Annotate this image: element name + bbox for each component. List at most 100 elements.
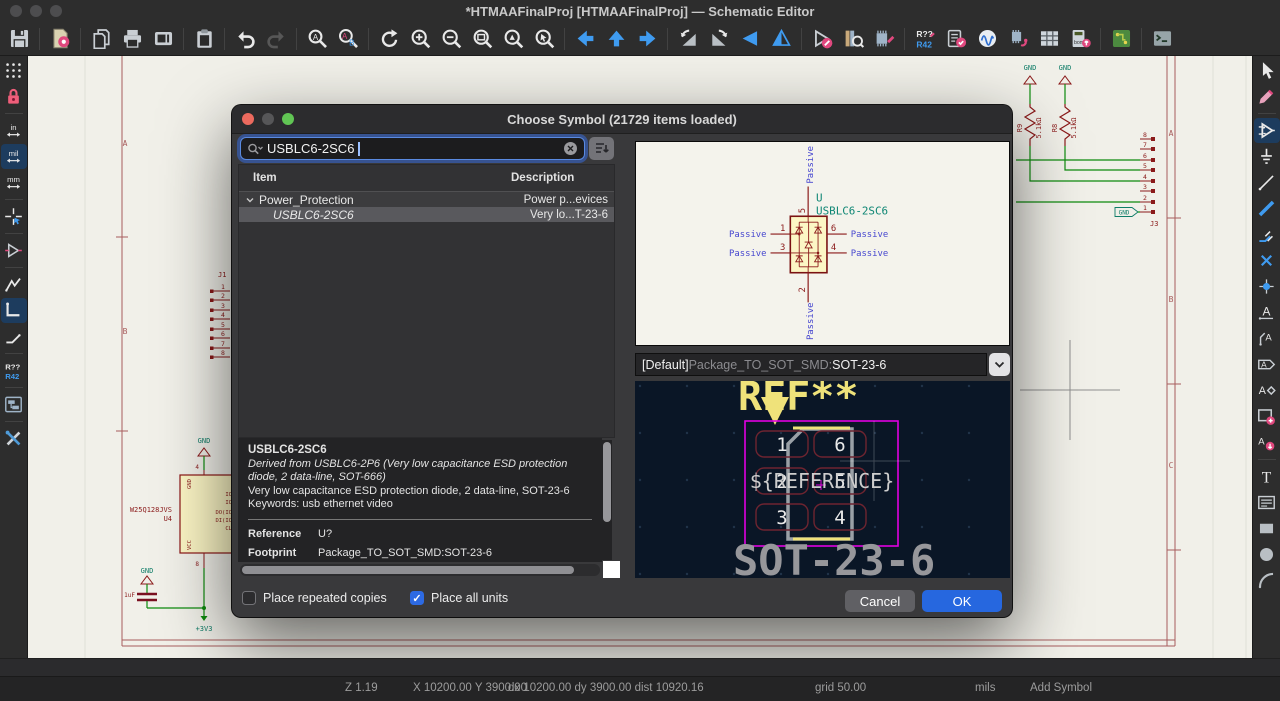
- connector-j1[interactable]: [210, 289, 230, 360]
- annotate-icon[interactable]: R?? R42: [910, 25, 940, 53]
- draw-arc-icon[interactable]: [1254, 568, 1280, 593]
- symbol-library-browser-icon[interactable]: [838, 25, 868, 53]
- plot-icon[interactable]: [148, 25, 178, 53]
- schematic-canvas[interactable]: A B A B C J1 1 2 3 4 5 6 7 8 GND GND R9 5.1kΩ R8 5.1kΩ 8 7 6 5 4…: [28, 56, 1252, 658]
- grid-override-icon[interactable]: [1, 84, 27, 109]
- properties-panel-icon[interactable]: [1, 426, 27, 451]
- sort-button[interactable]: [589, 137, 614, 160]
- zoom-out-icon[interactable]: [436, 25, 466, 53]
- sheet-pin-icon[interactable]: A: [1254, 430, 1280, 455]
- zoom-in-icon[interactable]: [405, 25, 435, 53]
- ok-button[interactable]: OK: [922, 590, 1002, 612]
- find-icon[interactable]: A: [302, 25, 332, 53]
- draw-rectangle-icon[interactable]: [1254, 516, 1280, 541]
- mirror-horizontal-icon[interactable]: [766, 25, 796, 53]
- nav-back-icon[interactable]: [570, 25, 600, 53]
- tree-header[interactable]: Item Description: [239, 165, 614, 192]
- checkbox-box[interactable]: [410, 591, 424, 605]
- hierarchical-label-icon[interactable]: A: [1254, 378, 1280, 403]
- rotate-ccw-icon[interactable]: [673, 25, 703, 53]
- junction-icon[interactable]: [1254, 274, 1280, 299]
- place-text-icon[interactable]: T: [1254, 464, 1280, 489]
- details-vscrollbar[interactable]: [602, 440, 612, 560]
- column-description[interactable]: Description: [511, 172, 574, 184]
- erc-icon[interactable]: [941, 25, 971, 53]
- footprint-select[interactable]: [Default] Package_TO_SOT_SMD: SOT-23-6: [635, 353, 987, 376]
- mirror-vertical-icon[interactable]: [735, 25, 765, 53]
- edit-symbol-fields-icon[interactable]: [869, 25, 899, 53]
- nav-forward-icon[interactable]: [632, 25, 662, 53]
- scripting-console-icon[interactable]: [1147, 25, 1177, 53]
- text-box-icon[interactable]: [1254, 490, 1280, 515]
- nav-up-icon[interactable]: [601, 25, 631, 53]
- tree-row-library[interactable]: Power_Protection Power p...evices: [239, 192, 614, 207]
- assign-footprints-icon[interactable]: [1003, 25, 1033, 53]
- net-label-icon[interactable]: A: [1254, 300, 1280, 325]
- symbol-fields-table-icon[interactable]: [1034, 25, 1064, 53]
- column-item[interactable]: Item: [239, 172, 511, 184]
- dialog-close-icon[interactable]: [242, 113, 254, 125]
- paste-icon[interactable]: [189, 25, 219, 53]
- hierarchical-sheet-icon[interactable]: [1254, 404, 1280, 429]
- clear-search-icon[interactable]: [563, 141, 578, 156]
- hscroll-thumb[interactable]: [242, 566, 574, 574]
- wire-45-icon[interactable]: [1, 324, 27, 349]
- redo-icon[interactable]: [261, 25, 291, 53]
- show-grid-icon[interactable]: [1, 58, 27, 83]
- draw-circle-icon[interactable]: [1254, 542, 1280, 567]
- draw-wire-icon[interactable]: [1254, 170, 1280, 195]
- window-controls[interactable]: [10, 5, 62, 17]
- checkbox-box[interactable]: [242, 591, 256, 605]
- save-icon[interactable]: [4, 25, 34, 53]
- symbol-search-input[interactable]: USBLC6-2SC6: [240, 137, 585, 160]
- cursor-shape-icon[interactable]: [1, 204, 27, 229]
- cancel-button[interactable]: Cancel: [845, 590, 915, 612]
- chevron-down-icon[interactable]: [245, 195, 255, 205]
- zoom-fit-icon[interactable]: [467, 25, 497, 53]
- place-all-units-checkbox[interactable]: Place all units: [410, 591, 508, 605]
- horizontal-scroll-area[interactable]: [0, 658, 1280, 676]
- close-icon[interactable]: [10, 5, 22, 17]
- refresh-icon[interactable]: [374, 25, 404, 53]
- global-label-icon[interactable]: A: [1254, 352, 1280, 377]
- bus-entry-icon[interactable]: [1254, 222, 1280, 247]
- hidden-pins-icon[interactable]: [1, 238, 27, 263]
- open-pcb-icon[interactable]: [1106, 25, 1136, 53]
- place-repeated-copies-checkbox[interactable]: Place repeated copies: [242, 591, 387, 605]
- print-icon[interactable]: [117, 25, 147, 53]
- units-mm-icon[interactable]: mm: [1, 170, 27, 195]
- units-inch-icon[interactable]: in: [1, 118, 27, 143]
- hierarchy-navigator-icon[interactable]: [1, 392, 27, 417]
- symbol-tree[interactable]: Item Description Power_Protection Power …: [238, 164, 615, 438]
- vscroll-thumb[interactable]: [603, 442, 611, 522]
- zoom-selection-icon[interactable]: [529, 25, 559, 53]
- minimize-icon[interactable]: [30, 5, 42, 17]
- schematic-setup-icon[interactable]: [45, 25, 75, 53]
- draw-bus-icon[interactable]: [1254, 196, 1280, 221]
- highlight-net-icon[interactable]: [1254, 84, 1280, 109]
- dialog-minimize-icon[interactable]: [262, 113, 274, 125]
- dialog-zoom-icon[interactable]: [282, 113, 294, 125]
- rotate-cw-icon[interactable]: [704, 25, 734, 53]
- maximize-icon[interactable]: [50, 5, 62, 17]
- units-mil-icon[interactable]: mil: [0, 144, 27, 169]
- find-replace-icon[interactable]: AB: [333, 25, 363, 53]
- edit-symbol-icon[interactable]: [807, 25, 837, 53]
- wire-free-angle-icon[interactable]: [1, 272, 27, 297]
- place-power-icon[interactable]: [1254, 144, 1280, 169]
- new-sheet-icon[interactable]: [86, 25, 116, 53]
- place-symbol-icon[interactable]: [1253, 118, 1280, 143]
- footprint-select-chevron[interactable]: [989, 353, 1010, 376]
- netclass-directive-icon[interactable]: A: [1254, 326, 1280, 351]
- simulator-icon[interactable]: [972, 25, 1002, 53]
- select-icon[interactable]: [1254, 58, 1280, 83]
- dialog-titlebar[interactable]: Choose Symbol (21729 items loaded): [232, 105, 1012, 134]
- dialog-window-controls[interactable]: [242, 113, 294, 125]
- connector-j3[interactable]: [1114, 137, 1155, 217]
- annotate-auto-icon[interactable]: R?? R42: [1, 358, 27, 383]
- no-connect-icon[interactable]: [1254, 248, 1280, 273]
- export-bom-icon[interactable]: bom: [1065, 25, 1095, 53]
- tree-row-symbol[interactable]: USBLC6-2SC6 Very lo...T-23-6: [239, 207, 614, 222]
- zoom-objects-icon[interactable]: [498, 25, 528, 53]
- details-hscrollbar[interactable]: [240, 564, 600, 576]
